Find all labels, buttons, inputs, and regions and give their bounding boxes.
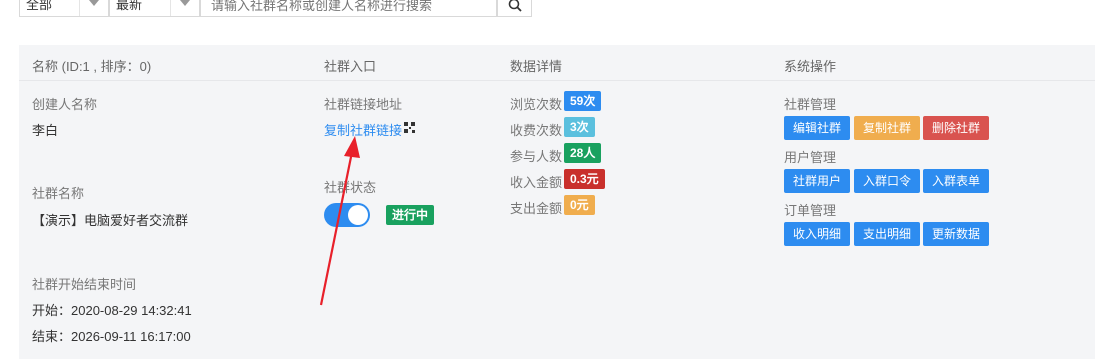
status-label: 社群状态 [324,180,377,195]
status-badge: 进行中 [386,205,435,225]
stat-label: 支出金额 [510,201,563,216]
table-header: 名称 (ID:1 , 排序：0) 社群入口 数据详情 系统操作 [19,45,1095,81]
expense-detail-button[interactable]: 支出明细 [854,222,921,246]
stat-label: 收费次数 [510,123,563,138]
join-password-button[interactable]: 入群口令 [854,169,921,193]
search-icon [508,0,522,12]
search-button[interactable] [497,0,532,17]
group-name-label: 社群名称 [32,186,85,201]
category-select[interactable]: 全部 [19,0,109,17]
stat-label: 浏览次数 [510,97,563,112]
group-users-button[interactable]: 社群用户 [784,169,851,193]
qrcode-icon[interactable] [404,122,415,133]
delete-group-button[interactable]: 删除社群 [923,116,990,140]
chevron-down-icon [170,0,199,16]
order-mgmt-label: 订单管理 [784,203,837,218]
filter-bar: 全部 最新 [0,0,1095,20]
header-entry: 社群入口 [324,59,377,74]
end-time: 结束：2026-09-11 16:17:00 [32,329,191,344]
stat-label: 收入金额 [510,175,563,190]
creator-label: 创建人名称 [32,97,98,112]
sort-select[interactable]: 最新 [109,0,200,17]
user-mgmt-label: 用户管理 [784,150,837,165]
header-name: 名称 (ID:1 , 排序：0) [32,59,152,74]
header-ops: 系统操作 [784,59,837,74]
link-label: 社群链接地址 [324,97,403,112]
refresh-data-button[interactable]: 更新数据 [923,222,990,246]
sort-select-value: 最新 [116,0,143,12]
edit-group-button[interactable]: 编辑社群 [784,116,851,140]
stat-badge: 0.3元 [564,169,605,189]
group-name-value: 【演示】电脑爱好者交流群 [32,213,189,228]
time-label: 社群开始结束时间 [32,277,137,292]
stat-badge: 3次 [564,117,595,137]
creator-value: 李白 [32,123,59,138]
stat-label: 参与人数 [510,149,563,164]
group-mgmt-label: 社群管理 [784,97,837,112]
status-toggle[interactable] [324,203,370,227]
header-stats: 数据详情 [510,59,563,74]
start-time: 开始：2020-08-29 14:32:41 [32,303,192,318]
chevron-down-icon [79,0,108,16]
category-select-value: 全部 [26,0,53,12]
stat-badge: 0元 [564,195,595,215]
group-card: 名称 (ID:1 , 排序：0) 社群入口 数据详情 系统操作 创建人名称 李白… [19,45,1095,359]
toggle-knob [348,205,368,225]
copy-group-button[interactable]: 复制社群 [854,116,921,140]
income-detail-button[interactable]: 收入明细 [784,222,851,246]
search-input[interactable] [200,0,497,17]
stat-badge: 28人 [564,143,602,163]
stat-badge: 59次 [564,91,602,111]
join-form-button[interactable]: 入群表单 [923,169,990,193]
copy-link-link[interactable]: 复制社群链接 [324,120,402,139]
